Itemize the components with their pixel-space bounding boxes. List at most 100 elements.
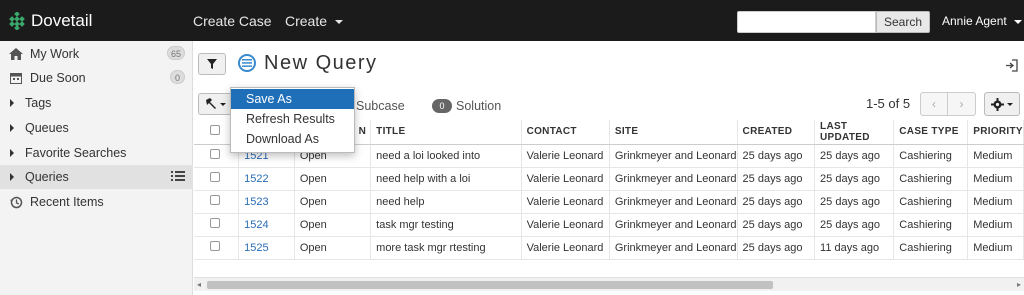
case-id-cell: 1524 (238, 213, 295, 237)
home-icon (8, 48, 24, 60)
horizontal-scrollbar[interactable]: ◂ ▸ (194, 277, 1024, 291)
tab-subcase[interactable]: Subcase (356, 99, 405, 113)
sidebar-item-queries[interactable]: Queries (0, 165, 193, 189)
scroll-left-icon[interactable]: ◂ (197, 280, 201, 289)
case-id-link[interactable]: 1522 (244, 173, 268, 185)
list-icon[interactable] (171, 170, 185, 185)
user-menu[interactable]: Annie Agent (942, 14, 1023, 28)
column-header-title[interactable]: TITLE (370, 120, 522, 145)
query-list-icon (238, 54, 256, 72)
scroll-right-icon[interactable]: ▸ (1017, 280, 1021, 289)
pager-controls: ‹ › (920, 92, 976, 116)
row-select-cell (194, 236, 240, 260)
filter-icon (207, 59, 217, 69)
case-type-cell: Cashiering (893, 190, 969, 214)
case-type-cell: Cashiering (893, 213, 969, 237)
last-updated-cell: 25 days ago (814, 190, 895, 214)
pager-total: 5 (902, 96, 911, 111)
title-cell: task mgr testing (370, 213, 522, 237)
status-cell: Open (294, 190, 372, 214)
sidebar-item-tags[interactable]: Tags (0, 91, 193, 115)
title-cell: need a loi looked into (370, 144, 522, 168)
priority-cell: Medium (967, 236, 1024, 260)
menu-item-save-as[interactable]: Save As (231, 89, 354, 109)
column-header-contact[interactable]: CONTACT (521, 120, 610, 145)
caret-right-icon (10, 149, 14, 157)
menu-item-download-as[interactable]: Download As (231, 129, 354, 149)
count-badge: 65 (166, 46, 185, 60)
sidebar-item-queues[interactable]: Queues (0, 116, 193, 140)
brand[interactable]: Dovetail (8, 10, 92, 32)
calendar-icon (8, 72, 24, 84)
column-header-case-type[interactable]: CASE TYPE (893, 120, 969, 145)
sidebar-item-label: Recent Items (30, 195, 104, 209)
contact-cell: Valerie Leonard (521, 167, 610, 191)
exit-icon[interactable] (1006, 59, 1018, 75)
row-checkbox[interactable] (210, 241, 220, 251)
sidebar-item-label: Tags (25, 96, 52, 110)
row-select-cell (194, 190, 240, 214)
top-navbar: Dovetail Create Case Create Search Annie… (0, 0, 1024, 41)
tools-menu-button[interactable] (198, 93, 232, 115)
caret-right-icon (10, 173, 14, 181)
site-cell: Grinkmeyer and Leonard (609, 236, 738, 260)
tab-solution[interactable]: Solution (456, 99, 501, 113)
column-header-last-updated[interactable]: LAST UPDATED (814, 120, 895, 145)
sidebar-item-recent-items[interactable]: Recent Items (0, 190, 193, 214)
created-cell: 25 days ago (737, 190, 816, 214)
select-all-checkbox[interactable] (210, 125, 220, 136)
case-type-cell: Cashiering (893, 167, 969, 191)
created-cell: 25 days ago (737, 167, 816, 191)
sidebar-item-due-soon[interactable]: Due Soon 0 (0, 66, 193, 90)
solution-count-badge: 0 (432, 99, 452, 113)
settings-button[interactable] (984, 92, 1020, 116)
prev-page-button[interactable]: ‹ (921, 93, 949, 115)
filter-button[interactable] (198, 53, 226, 75)
site-cell: Grinkmeyer and Leonard (609, 144, 738, 168)
row-checkbox[interactable] (210, 218, 220, 228)
status-cell: Open (294, 167, 372, 191)
site-cell: Grinkmeyer and Leonard (609, 167, 738, 191)
actions-dropdown-menu: Save As Refresh Results Download As (230, 87, 355, 153)
caret-down-icon (1007, 102, 1013, 106)
caret-down-icon (219, 102, 226, 106)
site-cell: Grinkmeyer and Leonard (609, 213, 738, 237)
priority-cell: Medium (967, 144, 1024, 168)
column-header-created[interactable]: CREATED (737, 120, 816, 145)
chevron-right-icon: › (959, 97, 964, 111)
search-input[interactable] (737, 11, 876, 33)
created-cell: 25 days ago (737, 144, 816, 168)
row-checkbox[interactable] (210, 172, 220, 182)
last-updated-cell: 25 days ago (814, 144, 895, 168)
menu-item-refresh-results[interactable]: Refresh Results (231, 109, 354, 129)
sidebar-item-favorite-searches[interactable]: Favorite Searches (0, 141, 193, 165)
row-checkbox[interactable] (210, 149, 220, 159)
create-case-link[interactable]: Create Case (193, 13, 272, 29)
dovetail-logo-icon (9, 12, 25, 30)
case-id-link[interactable]: 1525 (244, 242, 268, 254)
sidebar-item-label: Queries (25, 170, 69, 184)
next-page-button[interactable]: › (948, 93, 975, 115)
case-id-link[interactable]: 1524 (244, 219, 268, 231)
create-menu[interactable]: Create (285, 13, 343, 29)
title-cell: need help with a loi (370, 167, 522, 191)
sidebar-item-label: Favorite Searches (25, 146, 127, 160)
sidebar-item-my-work[interactable]: My Work 65 (0, 42, 193, 66)
case-type-cell: Cashiering (893, 236, 969, 260)
scrollbar-thumb[interactable] (207, 281, 773, 289)
column-header-site[interactable]: SITE (609, 120, 738, 145)
case-id-link[interactable]: 1523 (244, 196, 268, 208)
main-content: New Query Subcase 0 Solution 1-5 of 5 ‹ … (194, 41, 1024, 295)
row-checkbox[interactable] (210, 195, 220, 205)
user-name: Annie Agent (942, 14, 1007, 28)
table-row: 1524 Open task mgr testing Valerie Leona… (194, 213, 1024, 237)
contact-cell: Valerie Leonard (521, 236, 610, 260)
count-badge: 0 (170, 70, 185, 84)
column-header-priority[interactable]: PRIORITY (967, 120, 1024, 145)
search-button[interactable]: Search (876, 11, 930, 33)
last-updated-cell: 11 days ago (814, 236, 895, 260)
gear-icon (991, 97, 1004, 111)
create-menu-label: Create (285, 13, 328, 29)
history-icon (8, 196, 24, 209)
title-cell: need help (370, 190, 522, 214)
